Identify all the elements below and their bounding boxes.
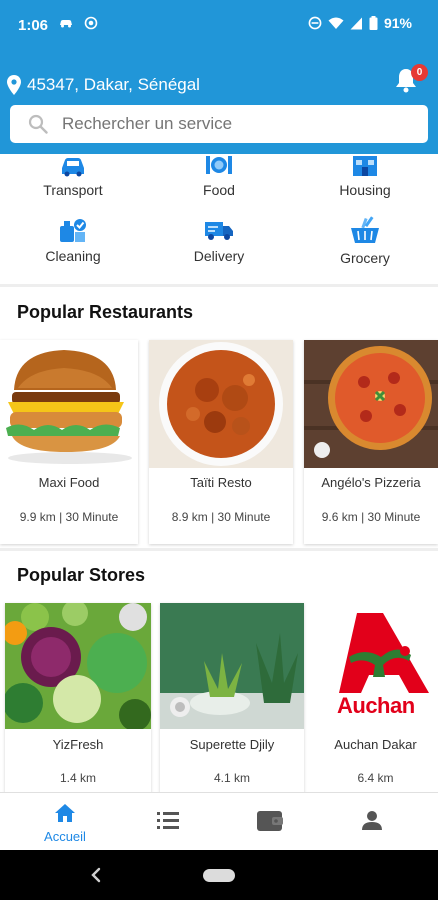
store-card-yizfresh[interactable]: YizFresh 1.4 km <box>5 603 151 793</box>
wallet-icon <box>257 811 283 831</box>
category-label: Delivery <box>193 248 245 264</box>
section-title-restaurants: Popular Restaurants <box>17 302 194 322</box>
category-label: Transport <box>43 182 103 198</box>
signal-icon <box>350 17 362 29</box>
store-meta: 6.4 km <box>357 771 394 785</box>
search-icon <box>28 114 48 134</box>
profile-icon <box>362 811 382 830</box>
grocery-basket-icon <box>351 216 379 243</box>
battery-level: 91% <box>383 15 412 31</box>
car-icon <box>62 158 84 177</box>
system-navigation-bar <box>0 850 438 900</box>
location-text: 45347, Dakar, Sénégal <box>27 75 200 94</box>
vegetables-image <box>5 603 151 729</box>
category-label: Grocery <box>340 250 390 266</box>
home-icon <box>55 804 75 822</box>
store-image <box>160 603 304 729</box>
auchan-bird-logo <box>339 613 429 693</box>
store-name: Superette Djily <box>189 737 275 752</box>
restaurant-name: Maxi Food <box>38 475 100 490</box>
store-name: YizFresh <box>52 737 104 752</box>
restaurant-image <box>0 340 138 468</box>
bottom-navigation: Accueil <box>0 792 438 850</box>
restaurant-name: Taïti Resto <box>190 475 252 490</box>
wifi-icon <box>328 17 344 29</box>
restaurant-card-taiti-resto[interactable]: Taïti Resto 8.9 km | 30 Minute <box>149 340 293 544</box>
category-label: Food <box>203 182 235 198</box>
restaurant-card-maxi-food[interactable]: Maxi Food 9.9 km | 30 Minute <box>0 340 138 544</box>
delivery-truck-icon <box>205 222 233 240</box>
list-icon <box>157 812 179 829</box>
auchan-logo-text: Auchan <box>337 693 415 718</box>
search-input[interactable] <box>62 114 392 134</box>
restaurant-card-angelos-pizzeria[interactable]: Angélo's Pizzeria 9.6 km | 30 Minute <box>304 340 438 544</box>
category-food[interactable]: Food <box>159 154 279 198</box>
category-transport[interactable]: Transport <box>13 154 133 198</box>
status-bar: 1:06 91% <box>0 0 438 52</box>
location[interactable]: 45347, Dakar, Sénégal <box>7 75 200 95</box>
pizza-image <box>304 340 438 468</box>
restaurant-name: Angélo's Pizzeria <box>321 475 421 490</box>
store-card-superette-djily[interactable]: Superette Djily 4.1 km <box>160 603 304 793</box>
nav-home[interactable]: Accueil <box>20 793 110 851</box>
map-pin-icon <box>7 75 21 95</box>
store-card-auchan-dakar[interactable]: Auchan Auchan Dakar 6.4 km <box>313 603 438 793</box>
category-grocery[interactable]: Grocery <box>305 216 425 266</box>
section-title-stores: Popular Stores <box>17 565 146 585</box>
divider <box>0 284 438 287</box>
restaurant-meta: 9.9 km | 30 Minute <box>19 510 119 524</box>
restaurant-meta: 8.9 km | 30 Minute <box>171 510 271 524</box>
store-meta: 1.4 km <box>59 771 96 785</box>
category-housing[interactable]: Housing <box>305 154 425 198</box>
nav-profile[interactable] <box>327 793 417 851</box>
category-delivery[interactable]: Delivery <box>159 216 279 264</box>
store-meta: 4.1 km <box>213 771 250 785</box>
plants-image <box>160 603 304 729</box>
store-image: Auchan <box>313 603 438 729</box>
rice-dish-image <box>149 340 293 468</box>
divider <box>0 548 438 551</box>
food-plate-icon <box>206 156 232 174</box>
back-icon[interactable] <box>90 867 102 883</box>
nav-home-label: Accueil <box>44 829 86 844</box>
dnd-icon <box>308 16 322 30</box>
store-image <box>5 603 151 729</box>
restaurant-image <box>149 340 293 468</box>
store-name: Auchan Dakar <box>334 737 417 752</box>
app-header: 45347, Dakar, Sénégal 0 <box>0 52 438 154</box>
category-label: Cleaning <box>45 248 101 264</box>
location-status-icon <box>84 16 98 30</box>
burger-image <box>6 350 132 464</box>
category-label: Housing <box>339 182 391 198</box>
restaurant-meta: 9.6 km | 30 Minute <box>321 510 421 524</box>
nav-list[interactable] <box>123 793 213 851</box>
service-categories: Transport Food Housing Cleaning Delivery… <box>0 154 438 284</box>
category-cleaning[interactable]: Cleaning <box>13 216 133 264</box>
car-status-icon <box>60 20 72 28</box>
house-icon <box>353 156 377 176</box>
battery-icon <box>369 16 378 30</box>
notification-button[interactable]: 0 <box>394 64 428 97</box>
nav-wallet[interactable] <box>225 793 315 851</box>
search-bar[interactable] <box>10 105 428 143</box>
notification-badge: 0 <box>411 64 428 81</box>
home-pill[interactable] <box>203 869 235 882</box>
restaurant-image <box>304 340 438 468</box>
cleaning-icon <box>60 219 86 242</box>
status-time: 1:06 <box>18 17 49 34</box>
